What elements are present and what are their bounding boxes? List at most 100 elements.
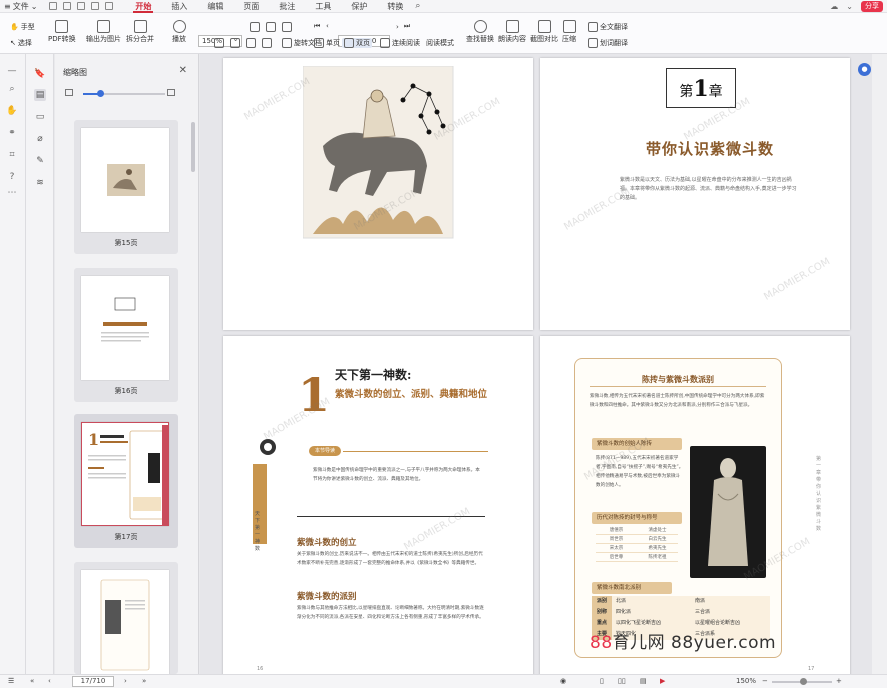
comment-icon[interactable]: ▭: [34, 111, 46, 123]
undo-icon[interactable]: [91, 2, 100, 10]
single-page-button[interactable]: 单页: [314, 38, 340, 48]
actual-size-icon[interactable]: [230, 38, 240, 48]
more-icon[interactable]: ⋯: [6, 188, 18, 198]
status-zoom-value[interactable]: 150%: [736, 677, 756, 685]
share-button[interactable]: 分享: [861, 1, 883, 12]
collapse-icon[interactable]: —: [6, 66, 18, 76]
page-15: [223, 58, 533, 330]
first-page-icon[interactable]: ⏮: [314, 22, 320, 31]
tab-start[interactable]: 开始: [133, 0, 154, 13]
eye-icon[interactable]: ◉: [560, 677, 566, 685]
zoom-in-icon[interactable]: [250, 22, 260, 32]
table-cell: 三合派: [691, 607, 770, 618]
select-tool-button[interactable]: ↖ 选择: [10, 38, 32, 48]
status-page-input[interactable]: 17/710: [72, 676, 114, 687]
search-icon[interactable]: ⌕: [415, 1, 420, 11]
thumbnail-page-17[interactable]: 1 第17页: [74, 414, 178, 548]
read-mode-button[interactable]: 阅读模式: [426, 38, 454, 48]
tab-protect[interactable]: 保护: [349, 0, 369, 13]
read-aloud-button[interactable]: 朗读内容: [498, 20, 526, 44]
table-key: 别称: [592, 607, 612, 618]
thumbnail-page-18[interactable]: [74, 562, 178, 674]
pdf-convert-button[interactable]: PDF转换: [48, 20, 76, 44]
thumbnail-scrollbar[interactable]: [191, 122, 195, 172]
tab-annotate[interactable]: 批注: [277, 0, 297, 13]
hand-tool-button[interactable]: ✋ 手型: [10, 22, 35, 32]
save-icon[interactable]: [49, 2, 58, 10]
small-thumb-icon[interactable]: [65, 89, 73, 96]
help-icon[interactable]: ?: [6, 172, 18, 182]
page-number: 17: [808, 666, 815, 672]
thumbnail-page-15[interactable]: 第15页: [74, 120, 178, 254]
open-icon[interactable]: [63, 2, 72, 10]
thumbnail-panel: 缩略图 ✕ 第15页 第16页 1 第17页: [55, 54, 199, 674]
full-translate-button[interactable]: 全文翻译: [588, 22, 628, 32]
file-menu[interactable]: ≡ 文件 ⌄: [0, 1, 37, 12]
rotate-icon[interactable]: [262, 38, 272, 48]
attachment-icon[interactable]: ⌀: [34, 133, 46, 145]
sidebar-toggle-icon[interactable]: ☰: [8, 677, 14, 685]
double-view-icon[interactable]: ▯▯: [618, 677, 626, 685]
fit-width-icon[interactable]: [282, 22, 292, 32]
thumbnail-icon[interactable]: ▤: [34, 89, 46, 101]
zoom-out-icon[interactable]: [266, 22, 276, 32]
statue-page-preview: [100, 579, 150, 671]
chapter-suffix: 章: [708, 84, 723, 100]
screenshot-compare-button[interactable]: 截图对比: [530, 20, 558, 44]
single-view-icon[interactable]: ▯: [600, 677, 604, 685]
thumbnail-zoom-slider[interactable]: [65, 87, 189, 99]
hand-label: 手型: [20, 23, 35, 31]
thumbnail-page-16[interactable]: 第16页: [74, 268, 178, 402]
output-image-button[interactable]: 输出为图片: [86, 20, 121, 44]
last-page-icon[interactable]: ⏭: [404, 22, 410, 31]
continuous-view-icon[interactable]: ▤: [640, 677, 647, 685]
close-icon[interactable]: ✕: [179, 65, 187, 76]
last-page-icon[interactable]: »: [142, 677, 146, 685]
hand-icon[interactable]: ✋: [6, 106, 18, 116]
tab-tools[interactable]: 工具: [313, 0, 333, 13]
user-avatar[interactable]: ●: [858, 63, 871, 76]
panel-title: 缩略图: [63, 68, 87, 77]
double-page-icon: [344, 38, 354, 48]
split-merge-button[interactable]: 拆分合并: [126, 20, 154, 44]
compress-button[interactable]: 压缩: [562, 20, 576, 44]
link-icon[interactable]: ⚭: [6, 128, 18, 138]
crop-icon[interactable]: ⌗: [6, 150, 18, 160]
play-icon[interactable]: ▶: [660, 677, 665, 685]
layers-icon[interactable]: ≋: [34, 177, 46, 189]
fit-page-icon[interactable]: [246, 38, 256, 48]
word-translate-button[interactable]: 划词翻译: [588, 38, 628, 48]
prev-page-button[interactable]: ‹: [326, 22, 329, 30]
double-page-button[interactable]: 双页: [342, 38, 372, 48]
cursor-icon: ↖: [10, 39, 16, 47]
dropdown-icon[interactable]: ⌄: [846, 2, 853, 11]
play-button[interactable]: 播放: [172, 20, 186, 44]
zoom-icon[interactable]: ⌕: [6, 84, 18, 94]
zoom-in-icon[interactable]: +: [836, 677, 842, 685]
brand-left: 88: [590, 633, 613, 653]
tab-insert[interactable]: 插入: [169, 0, 189, 13]
tab-page[interactable]: 页面: [241, 0, 261, 13]
image-icon: [97, 20, 110, 33]
slider-knob[interactable]: [97, 90, 104, 97]
find-replace-button[interactable]: 查找替换: [466, 20, 494, 44]
crop-icon[interactable]: [214, 38, 224, 48]
prev-page-icon[interactable]: ‹: [48, 677, 51, 685]
tab-edit[interactable]: 编辑: [205, 0, 225, 13]
next-page-icon[interactable]: ›: [396, 23, 399, 31]
vertical-scrollbar[interactable]: [872, 54, 887, 674]
first-page-icon[interactable]: «: [30, 677, 34, 685]
print-icon[interactable]: [77, 2, 86, 10]
cloud-icon[interactable]: ☁: [830, 2, 838, 11]
signature-icon[interactable]: ✎: [34, 155, 46, 167]
table-row: 后世尊 陈抟老祖: [596, 553, 678, 562]
large-thumb-icon[interactable]: [167, 89, 175, 96]
bookmark-icon[interactable]: 🔖: [34, 68, 46, 80]
tab-convert[interactable]: 转换: [385, 0, 405, 13]
next-page-icon[interactable]: ›: [124, 677, 127, 685]
chevron-down-icon: ⌄: [30, 1, 38, 11]
zoom-slider-knob[interactable]: [800, 678, 807, 685]
zoom-out-icon[interactable]: −: [762, 677, 768, 685]
redo-icon[interactable]: [105, 2, 114, 10]
continuous-read-button[interactable]: 连续阅读: [380, 38, 420, 48]
